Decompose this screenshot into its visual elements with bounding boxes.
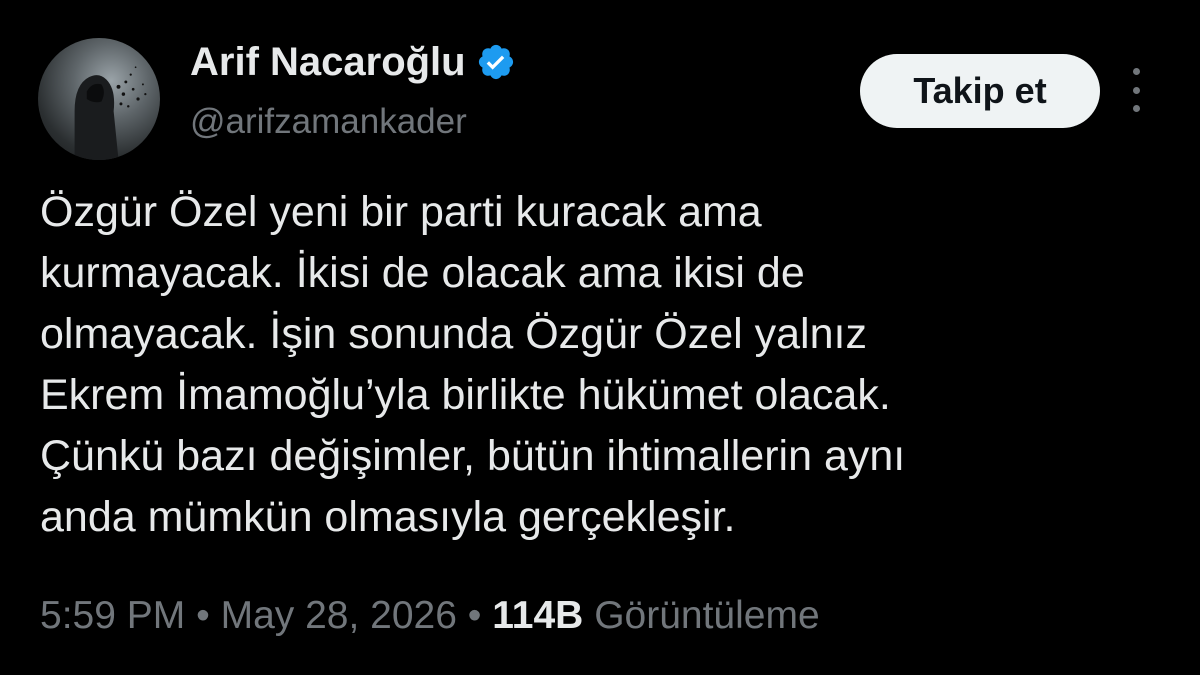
views-count[interactable]: 114B: [492, 594, 583, 637]
author-name-row[interactable]: Arif Nacaroğlu: [190, 38, 516, 86]
tweet-line: olmayacak. İşin sonunda Özgür Özel yalnı…: [40, 310, 867, 358]
tweet-time[interactable]: 5:59 PM: [40, 594, 185, 637]
tweet-line: kurmayacak. İkisi de olacak ama ikisi de: [40, 249, 805, 297]
meta-separator: •: [196, 594, 210, 637]
vertical-ellipsis-icon[interactable]: [1122, 68, 1150, 112]
verified-badge-icon[interactable]: [476, 42, 516, 82]
hooded-figure-dispersing-avatar: [74, 66, 147, 160]
tweet-line: Ekrem İmamoğlu’yla birlikte hükümet olac…: [40, 371, 891, 419]
follow-button[interactable]: Takip et: [860, 54, 1100, 128]
tweet-line: anda mümkün olmasıyla gerçekleşir.: [40, 493, 736, 541]
tweet-date[interactable]: May 28, 2026: [221, 594, 457, 637]
tweet-text: Özgür Özel yeni bir parti kuracak ama ku…: [40, 182, 1170, 548]
author-display-name[interactable]: Arif Nacaroğlu: [190, 40, 466, 85]
author-handle[interactable]: @arifzamankader: [190, 102, 467, 142]
tweet-meta: 5:59 PM • May 28, 2026 • 114B Görüntülem…: [40, 594, 820, 638]
tweet-line: Özgür Özel yeni bir parti kuracak ama: [40, 188, 762, 236]
meta-separator: •: [467, 594, 482, 637]
views-label: Görüntüleme: [594, 594, 820, 637]
avatar[interactable]: [38, 38, 160, 160]
tweet-line: Çünkü bazı değişimler, bütün ihtimalleri…: [40, 432, 906, 480]
